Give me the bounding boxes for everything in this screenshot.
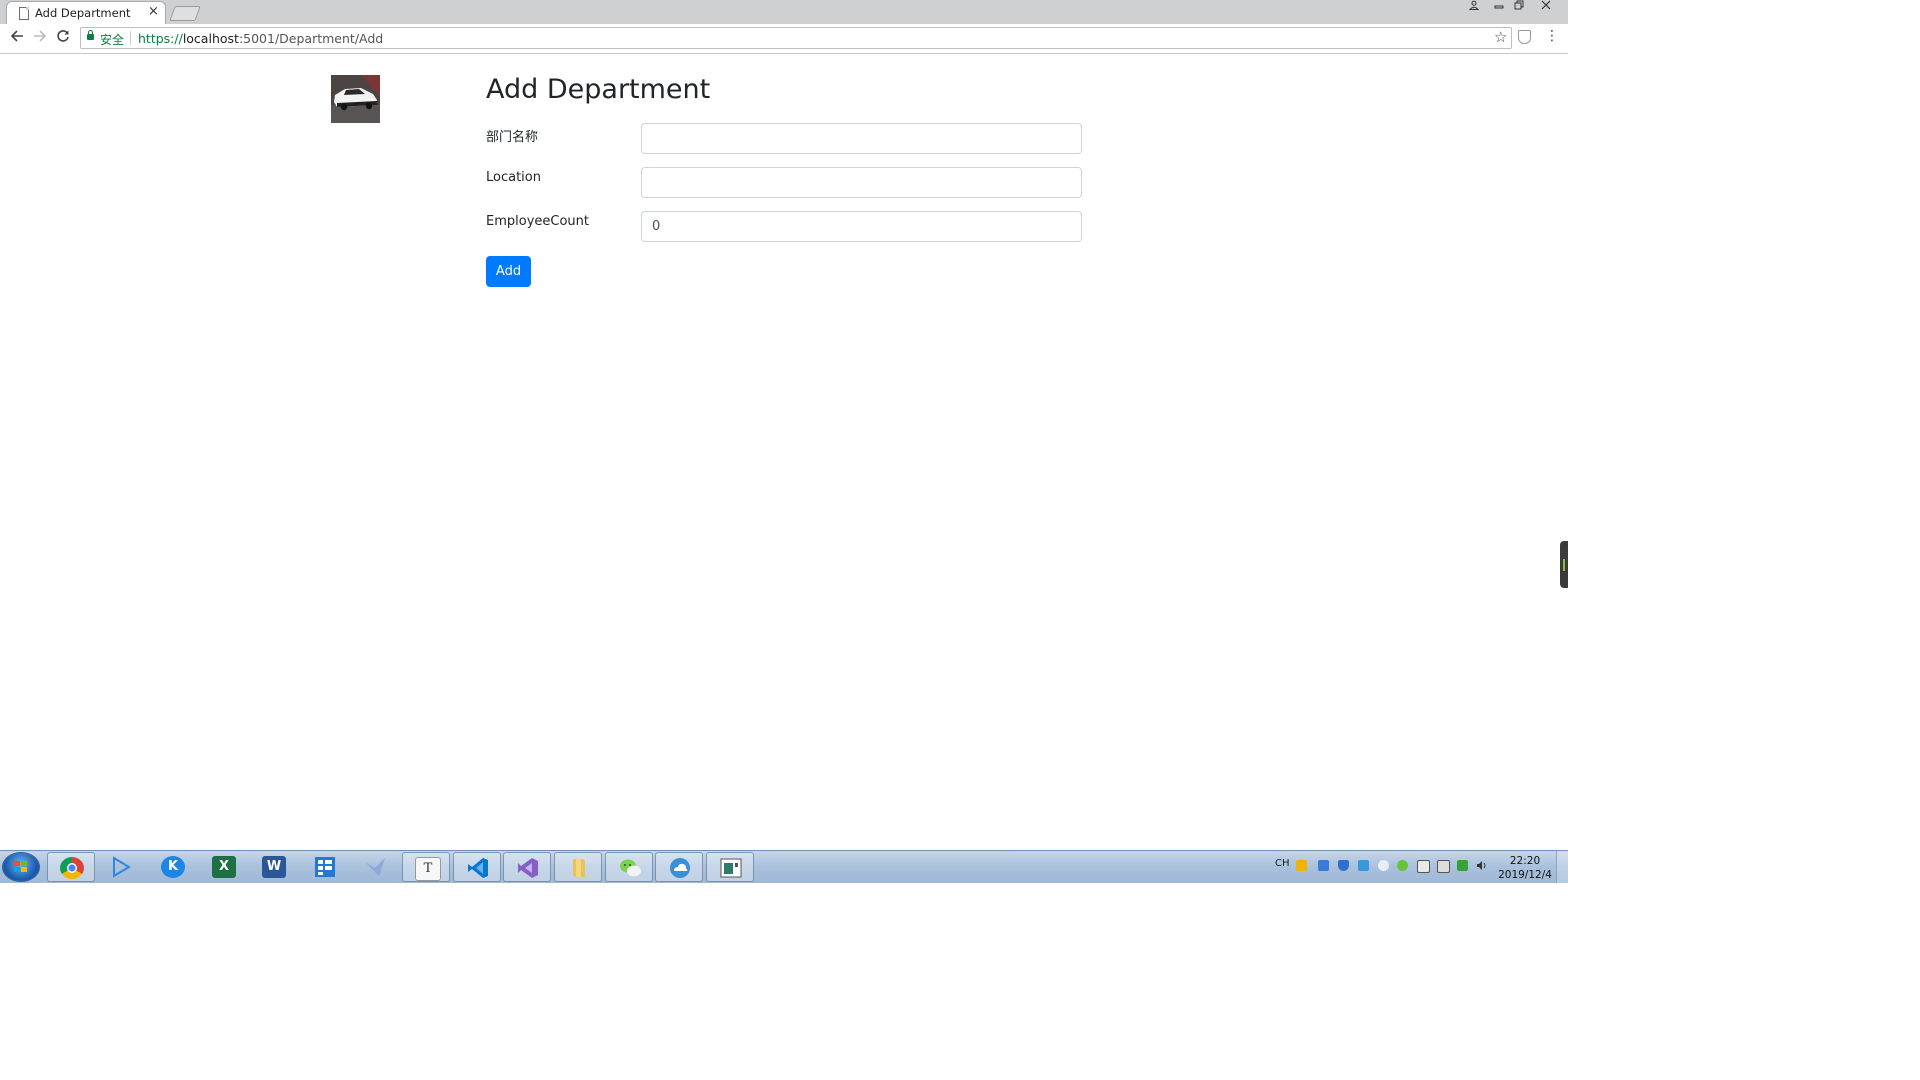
omnibox-divider: [130, 31, 131, 45]
add-button[interactable]: Add: [486, 256, 531, 287]
taskbar: K X W T CH 22:20 2019/12/4: [0, 850, 1569, 883]
browser-menu-icon[interactable]: ⋮: [1545, 28, 1559, 44]
system-clock[interactable]: 22:20 2019/12/4: [1496, 854, 1554, 882]
browser-tabstrip: Add Department ×: [0, 0, 1568, 24]
page-icon: [19, 7, 29, 20]
taskbar-media-player[interactable]: [97, 852, 145, 882]
bird-icon: [363, 856, 387, 878]
new-tab-button[interactable]: [169, 6, 201, 21]
taskbar-kugou[interactable]: K: [149, 852, 197, 882]
clock-date: 2019/12/4: [1498, 869, 1552, 881]
department-name-label: 部门名称: [486, 130, 539, 145]
cloud-icon: [668, 857, 692, 879]
taskbar-vscode[interactable]: [453, 852, 501, 882]
minimize-icon[interactable]: [1489, 0, 1509, 16]
tray-wechat-icon[interactable]: [1397, 860, 1408, 871]
taskbar-word[interactable]: W: [250, 852, 298, 882]
start-button[interactable]: [3, 853, 39, 881]
location-input[interactable]: [641, 167, 1082, 198]
wechat-icon: [618, 857, 642, 879]
car-logo-image: [331, 75, 380, 123]
visual-studio-icon: [516, 857, 540, 879]
chrome-icon: [60, 857, 84, 879]
tab-title: Add Department: [35, 6, 131, 20]
taskbar-typora[interactable]: T: [402, 852, 450, 882]
profile-icon[interactable]: [1464, 0, 1484, 16]
page-title: Add Department: [486, 74, 711, 105]
taskbar-bird-app[interactable]: [351, 852, 399, 882]
tray-volume-icon[interactable]: [1476, 860, 1487, 871]
lock-icon: [87, 30, 94, 40]
employee-count-label: EmployeeCount: [486, 214, 589, 229]
show-desktop-button[interactable]: [1556, 851, 1569, 883]
location-label: Location: [486, 170, 541, 185]
tray-cloud-icon[interactable]: [1378, 860, 1389, 871]
tab-close-icon[interactable]: ×: [148, 4, 159, 19]
file-explorer-icon: [567, 857, 591, 879]
browser-toolbar: 安全 https://localhost:5001/Department/Add…: [0, 24, 1568, 54]
word-icon: W: [262, 856, 286, 878]
window-icon: [719, 857, 743, 879]
media-player-icon: [109, 856, 133, 878]
typora-icon: T: [415, 857, 441, 881]
restore-icon[interactable]: [1509, 0, 1529, 16]
tray-usb-icon[interactable]: [1437, 860, 1450, 873]
extension-shield-icon[interactable]: [1518, 30, 1531, 44]
tray-check-icon[interactable]: [1358, 860, 1369, 871]
excel-icon: X: [212, 856, 236, 878]
url-scheme: https://: [138, 31, 183, 46]
back-icon[interactable]: [8, 29, 26, 47]
side-panel-handle[interactable]: [1560, 541, 1568, 588]
kugou-icon: K: [161, 856, 185, 878]
tray-notification-icon[interactable]: [1296, 860, 1307, 871]
language-indicator[interactable]: CH: [1275, 858, 1290, 869]
taskbar-file-explorer[interactable]: [554, 852, 602, 882]
tray-network-icon[interactable]: [1457, 860, 1468, 871]
forward-icon[interactable]: [31, 29, 49, 47]
tray-bluetooth-icon[interactable]: [1318, 860, 1329, 871]
windows-logo-icon: [14, 861, 28, 873]
close-window-icon[interactable]: [1536, 0, 1556, 16]
taskbar-window-app[interactable]: [706, 852, 754, 882]
security-label: 安全: [100, 33, 125, 47]
url-text[interactable]: https://localhost:5001/Department/Add: [138, 31, 383, 46]
clock-time: 22:20: [1509, 855, 1541, 867]
taskbar-excel[interactable]: X: [200, 852, 248, 882]
taskbar-visual-studio[interactable]: [503, 852, 551, 882]
taskbar-app-grid[interactable]: [301, 852, 349, 882]
url-host: localhost: [182, 31, 239, 46]
department-name-input[interactable]: [641, 123, 1082, 154]
browser-tab[interactable]: Add Department ×: [6, 1, 166, 24]
address-bar[interactable]: 安全 https://localhost:5001/Department/Add: [80, 27, 1512, 49]
taskbar-chrome[interactable]: [47, 852, 95, 882]
vscode-icon: [466, 857, 490, 879]
employee-count-input[interactable]: [641, 211, 1082, 242]
taskbar-wechat[interactable]: [605, 852, 653, 882]
tray-shield-icon[interactable]: [1338, 860, 1349, 871]
url-path: :5001/Department/Add: [238, 31, 384, 46]
taskbar-cloud[interactable]: [655, 852, 703, 882]
bookmark-star-icon[interactable]: ☆: [1494, 28, 1507, 46]
tray-display-icon[interactable]: [1417, 860, 1430, 873]
reload-icon[interactable]: [54, 29, 72, 47]
app-grid-icon: [313, 856, 337, 878]
